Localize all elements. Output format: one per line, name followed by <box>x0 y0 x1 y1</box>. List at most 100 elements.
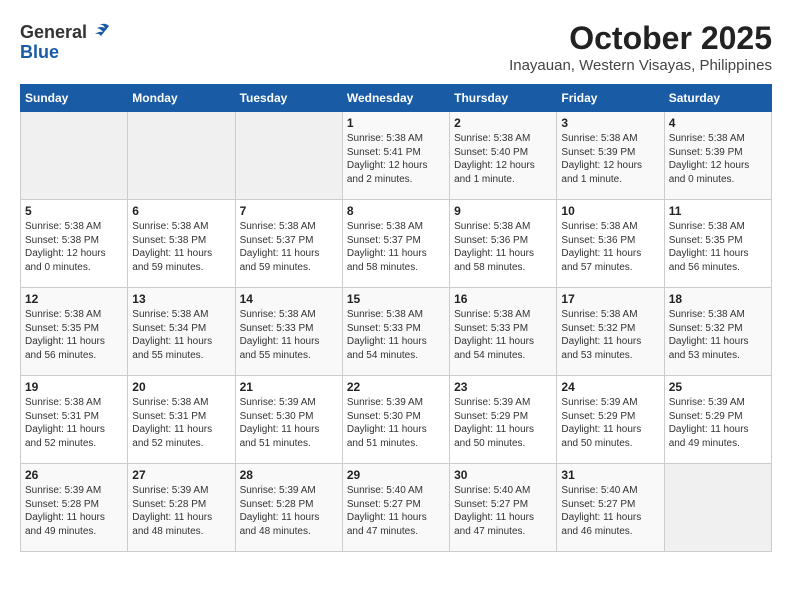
day-number: 21 <box>240 380 338 394</box>
day-info: Sunrise: 5:39 AM Sunset: 5:29 PM Dayligh… <box>561 396 659 450</box>
calendar-cell-w1-d4: 2 Sunrise: 5:38 AM Sunset: 5:40 PM Daylig… <box>450 112 557 200</box>
day-number: 26 <box>25 468 123 482</box>
day-number: 14 <box>240 292 338 306</box>
header-monday: Monday <box>128 85 235 112</box>
week-row-3: 12Sunrise: 5:38 AM Sunset: 5:35 PM Dayli… <box>21 288 772 376</box>
calendar-cell-w2-d0: 5 Sunrise: 5:38 AM Sunset: 5:38 PM Daylig… <box>21 200 128 288</box>
calendar-cell-w3-d3: 15Sunrise: 5:38 AM Sunset: 5:33 PM Dayli… <box>342 288 449 376</box>
day-info: Sunrise: 5:40 AM Sunset: 5:27 PM Dayligh… <box>454 484 552 538</box>
day-info: Sunrise: 5:40 AM Sunset: 5:27 PM Dayligh… <box>347 484 445 538</box>
weekday-header-row: Sunday Monday Tuesday Wednesday Thursday… <box>21 85 772 112</box>
calendar-cell-w2-d2: 7 Sunrise: 5:38 AM Sunset: 5:37 PM Daylig… <box>235 200 342 288</box>
calendar-cell-w1-d0 <box>21 112 128 200</box>
day-number: 13 <box>132 292 230 306</box>
header-friday: Friday <box>557 85 664 112</box>
day-number: 5 <box>25 204 123 218</box>
calendar-cell-w3-d2: 14Sunrise: 5:38 AM Sunset: 5:33 PM Dayli… <box>235 288 342 376</box>
day-number: 19 <box>25 380 123 394</box>
day-number: 25 <box>669 380 767 394</box>
page-header: General Blue October 2025 Inayauan, West… <box>20 20 772 74</box>
calendar-cell-w2-d1: 6 Sunrise: 5:38 AM Sunset: 5:38 PM Daylig… <box>128 200 235 288</box>
day-number: 18 <box>669 292 767 306</box>
calendar-cell-w5-d4: 30 Sunrise: 5:40 AM Sunset: 5:27 PM Dayli… <box>450 464 557 552</box>
calendar-cell-w3-d0: 12Sunrise: 5:38 AM Sunset: 5:35 PM Dayli… <box>21 288 128 376</box>
day-info: Sunrise: 5:38 AM Sunset: 5:34 PM Dayligh… <box>132 308 230 362</box>
calendar-cell-w4-d2: 21 Sunrise: 5:39 AM Sunset: 5:30 PM Dayli… <box>235 376 342 464</box>
logo-bird-icon <box>89 20 113 44</box>
day-number: 9 <box>454 204 552 218</box>
day-info: Sunrise: 5:39 AM Sunset: 5:29 PM Dayligh… <box>454 396 552 450</box>
day-info: Sunrise: 5:38 AM Sunset: 5:36 PM Dayligh… <box>454 220 552 274</box>
calendar-subtitle: Inayauan, Western Visayas, Philippines <box>509 57 772 74</box>
day-info: Sunrise: 5:38 AM Sunset: 5:40 PM Dayligh… <box>454 132 552 186</box>
calendar-cell-w4-d4: 23 Sunrise: 5:39 AM Sunset: 5:29 PM Dayli… <box>450 376 557 464</box>
calendar-cell-w5-d1: 27 Sunrise: 5:39 AM Sunset: 5:28 PM Dayli… <box>128 464 235 552</box>
calendar-cell-w4-d0: 19 Sunrise: 5:38 AM Sunset: 5:31 PM Dayli… <box>21 376 128 464</box>
header-sunday: Sunday <box>21 85 128 112</box>
day-number: 6 <box>132 204 230 218</box>
day-number: 30 <box>454 468 552 482</box>
calendar-cell-w1-d3: 1 Sunrise: 5:38 AM Sunset: 5:41 PM Daylig… <box>342 112 449 200</box>
calendar-table: Sunday Monday Tuesday Wednesday Thursday… <box>20 84 772 552</box>
day-info: Sunrise: 5:38 AM Sunset: 5:38 PM Dayligh… <box>25 220 123 274</box>
calendar-cell-w2-d4: 9 Sunrise: 5:38 AM Sunset: 5:36 PM Daylig… <box>450 200 557 288</box>
day-info: Sunrise: 5:39 AM Sunset: 5:28 PM Dayligh… <box>132 484 230 538</box>
day-number: 4 <box>669 116 767 130</box>
day-number: 3 <box>561 116 659 130</box>
day-info: Sunrise: 5:38 AM Sunset: 5:33 PM Dayligh… <box>454 308 552 362</box>
day-info: Sunrise: 5:38 AM Sunset: 5:38 PM Dayligh… <box>132 220 230 274</box>
day-info: Sunrise: 5:38 AM Sunset: 5:37 PM Dayligh… <box>240 220 338 274</box>
calendar-cell-w5-d3: 29Sunrise: 5:40 AM Sunset: 5:27 PM Dayli… <box>342 464 449 552</box>
calendar-cell-w2-d3: 8 Sunrise: 5:38 AM Sunset: 5:37 PM Daylig… <box>342 200 449 288</box>
day-number: 7 <box>240 204 338 218</box>
day-number: 17 <box>561 292 659 306</box>
day-info: Sunrise: 5:38 AM Sunset: 5:32 PM Dayligh… <box>669 308 767 362</box>
calendar-cell-w1-d6: 4 Sunrise: 5:38 AM Sunset: 5:39 PM Daylig… <box>664 112 771 200</box>
day-info: Sunrise: 5:38 AM Sunset: 5:41 PM Dayligh… <box>347 132 445 186</box>
calendar-cell-w2-d6: 11Sunrise: 5:38 AM Sunset: 5:35 PM Dayli… <box>664 200 771 288</box>
week-row-5: 26 Sunrise: 5:39 AM Sunset: 5:28 PM Dayli… <box>21 464 772 552</box>
day-info: Sunrise: 5:38 AM Sunset: 5:32 PM Dayligh… <box>561 308 659 362</box>
day-number: 2 <box>454 116 552 130</box>
day-info: Sunrise: 5:39 AM Sunset: 5:28 PM Dayligh… <box>240 484 338 538</box>
day-number: 24 <box>561 380 659 394</box>
logo: General Blue <box>20 20 113 63</box>
title-block: October 2025 Inayauan, Western Visayas, … <box>509 20 772 74</box>
week-row-2: 5 Sunrise: 5:38 AM Sunset: 5:38 PM Daylig… <box>21 200 772 288</box>
header-saturday: Saturday <box>664 85 771 112</box>
header-wednesday: Wednesday <box>342 85 449 112</box>
day-info: Sunrise: 5:38 AM Sunset: 5:33 PM Dayligh… <box>347 308 445 362</box>
calendar-cell-w4-d5: 24 Sunrise: 5:39 AM Sunset: 5:29 PM Dayli… <box>557 376 664 464</box>
calendar-cell-w2-d5: 10Sunrise: 5:38 AM Sunset: 5:36 PM Dayli… <box>557 200 664 288</box>
day-number: 31 <box>561 468 659 482</box>
header-tuesday: Tuesday <box>235 85 342 112</box>
calendar-cell-w5-d2: 28 Sunrise: 5:39 AM Sunset: 5:28 PM Dayli… <box>235 464 342 552</box>
calendar-cell-w4-d3: 22 Sunrise: 5:39 AM Sunset: 5:30 PM Dayli… <box>342 376 449 464</box>
day-info: Sunrise: 5:39 AM Sunset: 5:28 PM Dayligh… <box>25 484 123 538</box>
calendar-cell-w1-d1 <box>128 112 235 200</box>
calendar-cell-w4-d6: 25Sunrise: 5:39 AM Sunset: 5:29 PM Dayli… <box>664 376 771 464</box>
calendar-cell-w3-d5: 17 Sunrise: 5:38 AM Sunset: 5:32 PM Dayli… <box>557 288 664 376</box>
day-number: 8 <box>347 204 445 218</box>
day-info: Sunrise: 5:38 AM Sunset: 5:37 PM Dayligh… <box>347 220 445 274</box>
day-info: Sunrise: 5:38 AM Sunset: 5:31 PM Dayligh… <box>132 396 230 450</box>
day-number: 22 <box>347 380 445 394</box>
day-number: 28 <box>240 468 338 482</box>
day-number: 20 <box>132 380 230 394</box>
day-number: 27 <box>132 468 230 482</box>
day-info: Sunrise: 5:39 AM Sunset: 5:30 PM Dayligh… <box>240 396 338 450</box>
day-info: Sunrise: 5:38 AM Sunset: 5:39 PM Dayligh… <box>561 132 659 186</box>
calendar-cell-w1-d2 <box>235 112 342 200</box>
calendar-cell-w4-d1: 20 Sunrise: 5:38 AM Sunset: 5:31 PM Dayli… <box>128 376 235 464</box>
day-info: Sunrise: 5:38 AM Sunset: 5:39 PM Dayligh… <box>669 132 767 186</box>
day-number: 11 <box>669 204 767 218</box>
day-number: 23 <box>454 380 552 394</box>
day-number: 16 <box>454 292 552 306</box>
day-info: Sunrise: 5:38 AM Sunset: 5:36 PM Dayligh… <box>561 220 659 274</box>
day-info: Sunrise: 5:38 AM Sunset: 5:31 PM Dayligh… <box>25 396 123 450</box>
day-number: 1 <box>347 116 445 130</box>
calendar-cell-w5-d0: 26 Sunrise: 5:39 AM Sunset: 5:28 PM Dayli… <box>21 464 128 552</box>
week-row-1: 1 Sunrise: 5:38 AM Sunset: 5:41 PM Daylig… <box>21 112 772 200</box>
day-info: Sunrise: 5:39 AM Sunset: 5:30 PM Dayligh… <box>347 396 445 450</box>
calendar-cell-w1-d5: 3 Sunrise: 5:38 AM Sunset: 5:39 PM Daylig… <box>557 112 664 200</box>
